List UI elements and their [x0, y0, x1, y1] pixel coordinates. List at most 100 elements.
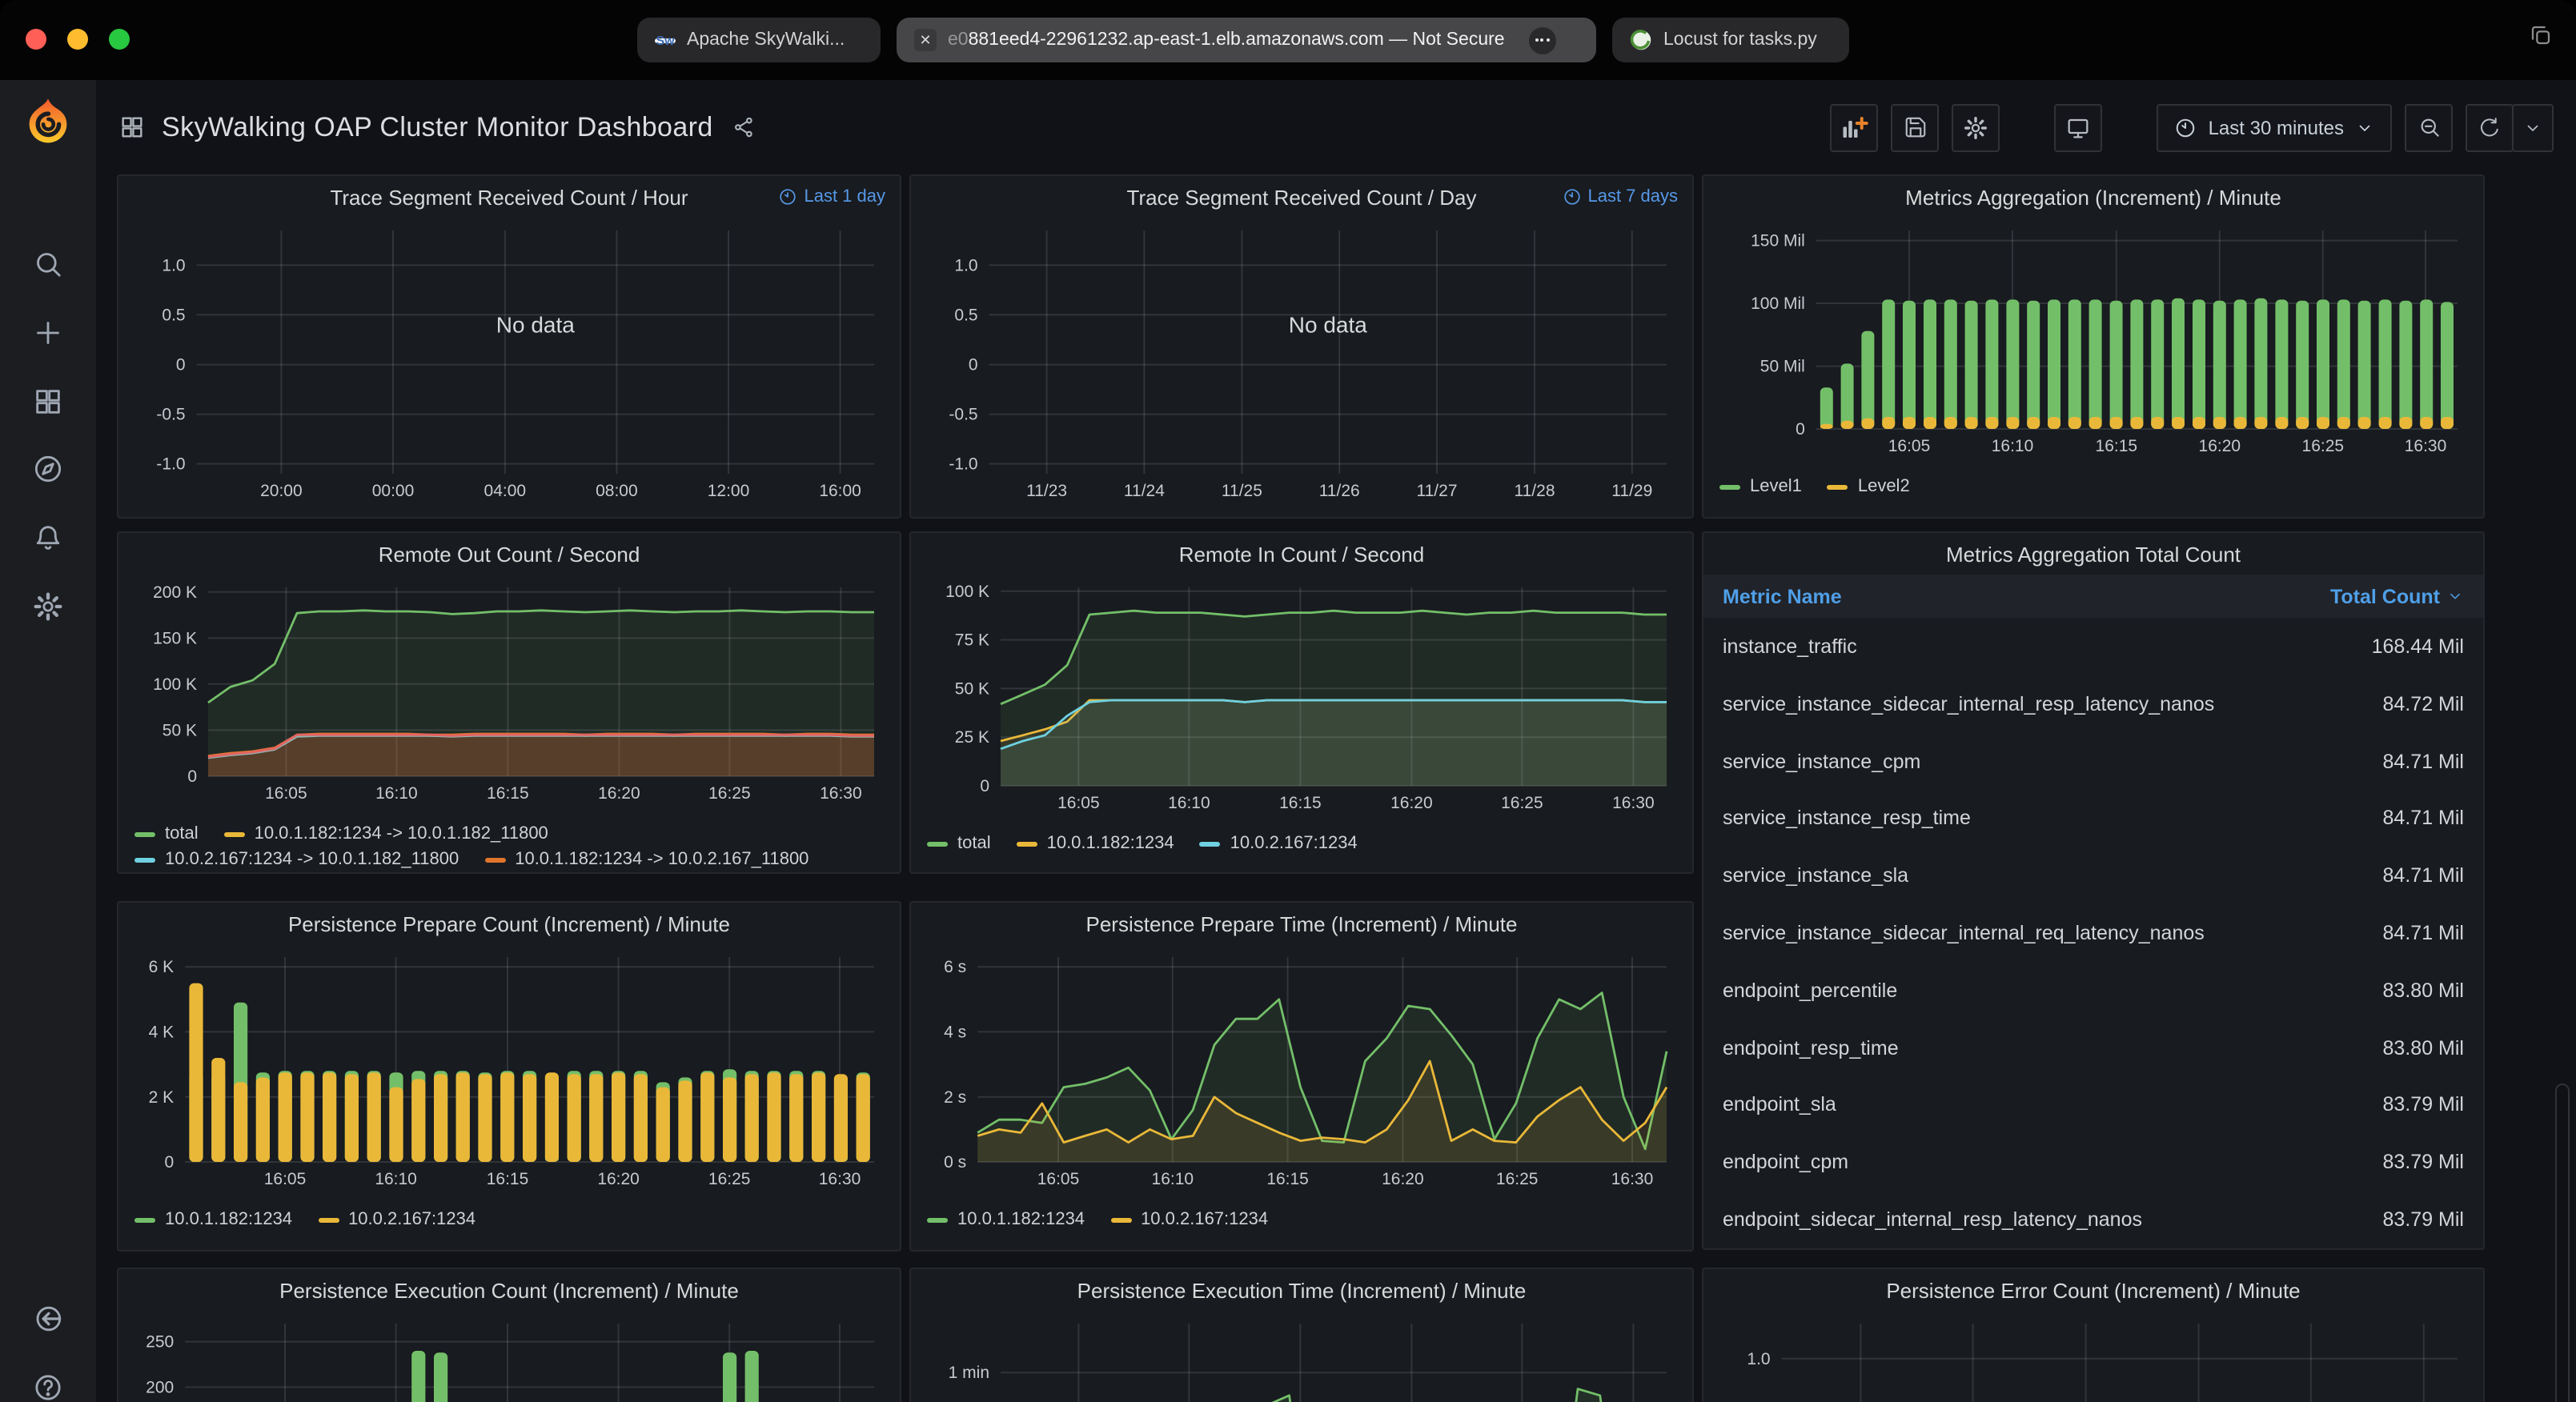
table-row[interactable]: endpoint_percentile83.80 Mil: [1703, 962, 2483, 1019]
svg-text:150 K: 150 K: [153, 629, 197, 647]
svg-text:16:30: 16:30: [2405, 437, 2447, 455]
table-row[interactable]: service_instance_sidecar_internal_resp_l…: [1703, 675, 2483, 733]
tab-overview-icon[interactable]: [2528, 22, 2554, 48]
svg-text:11/27: 11/27: [1417, 482, 1458, 500]
svg-text:16:20: 16:20: [1390, 794, 1433, 812]
time-override-badge[interactable]: Last 1 day: [778, 176, 885, 218]
window-close-button[interactable]: [26, 29, 46, 50]
sidebar-item-add[interactable]: [0, 306, 96, 360]
svg-text:16:15: 16:15: [2096, 437, 2138, 455]
table-row[interactable]: endpoint_resp_time83.80 Mil: [1703, 1019, 2483, 1076]
legend-item[interactable]: total: [134, 824, 199, 843]
legend-item[interactable]: 10.0.1.182:1234: [927, 1210, 1085, 1229]
svg-text:250: 250: [146, 1333, 174, 1352]
chart-canvas[interactable]: 6 K4 K2 K016:0516:1016:1516:2016:2516:30: [131, 944, 887, 1194]
svg-text:100 Mil: 100 Mil: [1751, 294, 1805, 313]
metrics-table: Metric Name Total Count instance_traffic1…: [1703, 575, 2483, 1248]
svg-text:16:05: 16:05: [1037, 1170, 1080, 1188]
legend-item[interactable]: 10.0.2.167:1234: [318, 1210, 475, 1229]
chart-canvas[interactable]: 6 s4 s2 s0 s16:0516:1016:1516:2016:2516:…: [924, 944, 1679, 1194]
legend-item[interactable]: Level2: [1828, 477, 1910, 496]
tab-menu-dots-icon[interactable]: [1529, 26, 1556, 54]
refresh-interval-button[interactable]: [2512, 103, 2554, 151]
panel-title[interactable]: Persistence Prepare Time (Increment) / M…: [911, 903, 1692, 946]
svg-text:1 min: 1 min: [949, 1364, 989, 1382]
panel-title[interactable]: Remote Out Count / Second: [118, 533, 900, 576]
sidebar-item-alerting[interactable]: [0, 511, 96, 565]
panel-title[interactable]: Persistence Error Count (Increment) / Mi…: [1703, 1269, 2483, 1312]
svg-text:100 K: 100 K: [945, 583, 989, 601]
chart-canvas[interactable]: 150 Mil100 Mil50 Mil016:0516:1016:1516:2…: [1716, 218, 2470, 461]
column-header-total-count[interactable]: Total Count: [2330, 585, 2464, 607]
window-zoom-button[interactable]: [109, 29, 130, 50]
svg-text:16:30: 16:30: [1612, 794, 1655, 812]
svg-text:16:00: 16:00: [819, 482, 861, 500]
svg-text:20:00: 20:00: [260, 482, 303, 500]
sidebar-item-dashboards[interactable]: [0, 375, 96, 429]
table-row[interactable]: endpoint_sidecar_internal_resp_latency_n…: [1703, 1191, 2483, 1248]
window-minimize-button[interactable]: [67, 29, 88, 50]
zoom-out-button[interactable]: [2405, 103, 2453, 151]
time-override-badge[interactable]: Last 7 days: [1562, 176, 1678, 218]
legend-item[interactable]: 10.0.2.167:1234 -> 10.0.1.182_11800: [134, 850, 459, 869]
add-panel-button[interactable]: [1831, 103, 1879, 151]
browser-window: SwApache SkyWalki... ✕e0881eed4-22961232.…: [0, 0, 2576, 1402]
sidebar-item-configuration[interactable]: [0, 579, 96, 634]
chart-canvas[interactable]: 1.00.50-0.5-1.011/2311/2411/2511/2611/27…: [924, 218, 1679, 506]
legend-item[interactable]: 10.0.1.182:1234: [1017, 834, 1174, 853]
grafana-logo[interactable]: [21, 96, 75, 150]
time-range-picker[interactable]: Last 30 minutes: [2157, 103, 2392, 151]
table-row[interactable]: service_instance_resp_time84.71 Mil: [1703, 790, 2483, 847]
table-row[interactable]: endpoint_cpm83.79 Mil: [1703, 1134, 2483, 1192]
column-header-metric-name[interactable]: Metric Name: [1723, 585, 1842, 607]
metric-name: service_instance_sidecar_internal_resp_l…: [1723, 692, 2214, 715]
chart-canvas[interactable]: 1 min40 s20 s0 s16:0516:1016:1516:2016:2…: [924, 1311, 1679, 1402]
svg-text:16:25: 16:25: [1501, 794, 1543, 812]
panel-title[interactable]: Metrics Aggregation Total Count: [1703, 533, 2483, 576]
close-icon[interactable]: ✕: [914, 29, 937, 51]
chart-canvas[interactable]: 25020015010050016:0516:1016:1516:2016:25…: [131, 1311, 887, 1402]
sidebar-item-help[interactable]: [0, 1360, 96, 1402]
table-row[interactable]: endpoint_sla83.79 Mil: [1703, 1076, 2483, 1134]
table-row[interactable]: service_instance_sidecar_internal_req_la…: [1703, 904, 2483, 962]
svg-text:0.5: 0.5: [162, 306, 185, 324]
table-row[interactable]: instance_traffic168.44 Mil: [1703, 618, 2483, 675]
share-icon[interactable]: [732, 115, 756, 139]
legend-item[interactable]: 10.0.2.167:1234: [1110, 1210, 1268, 1229]
svg-text:0: 0: [1796, 420, 1805, 439]
panel-title[interactable]: Remote In Count / Second: [911, 533, 1692, 576]
panel-title[interactable]: Persistence Prepare Count (Increment) / …: [118, 903, 900, 946]
chart-canvas[interactable]: 1.00.50-0.5-1.020:0000:0004:0008:0012:00…: [131, 218, 887, 506]
sidebar-item-search[interactable]: [0, 237, 96, 291]
chart-canvas[interactable]: 200 K150 K100 K50 K016:0516:1016:1516:20…: [131, 575, 887, 808]
sidebar-item-sign-out[interactable]: [0, 1292, 96, 1346]
sidebar-item-explore[interactable]: [0, 442, 96, 496]
legend-item[interactable]: 10.0.1.182:1234 -> 10.0.2.167_11800: [484, 850, 809, 869]
browser-tab-1[interactable]: SwApache SkyWalki...: [637, 18, 881, 62]
svg-text:4 s: 4 s: [944, 1023, 966, 1041]
dashboard-settings-button[interactable]: [1952, 103, 2000, 151]
metric-name: endpoint_sidecar_internal_resp_latency_n…: [1723, 1208, 2142, 1231]
table-row[interactable]: service_instance_sla84.71 Mil: [1703, 847, 2483, 905]
legend-item[interactable]: Level1: [1719, 477, 1802, 496]
chart-canvas[interactable]: 1.00.50-0.5-1.016:0516:1016:1516:2016:25…: [1716, 1311, 2470, 1402]
legend-item[interactable]: total: [927, 834, 991, 853]
panel-day: Trace Segment Received Count / DayLast 7…: [909, 174, 1694, 519]
panel-title[interactable]: Persistence Execution Count (Increment) …: [118, 1269, 900, 1312]
cycle-view-button[interactable]: [2055, 103, 2103, 151]
legend-item[interactable]: 10.0.1.182:1234 -> 10.0.1.182_11800: [224, 824, 548, 843]
legend-item[interactable]: 10.0.1.182:1234: [134, 1210, 292, 1229]
browser-tab-2[interactable]: ✕e0881eed4-22961232.ap-east-1.elb.amazon…: [897, 18, 1596, 62]
save-dashboard-button[interactable]: [1892, 103, 1940, 151]
table-row[interactable]: service_instance_cpm84.71 Mil: [1703, 732, 2483, 790]
svg-text:2 s: 2 s: [944, 1088, 966, 1107]
svg-text:16:15: 16:15: [487, 1170, 529, 1188]
dashboard-grid-icon[interactable]: [118, 114, 146, 141]
chart-canvas[interactable]: 100 K75 K50 K25 K016:0516:1016:1516:2016…: [924, 575, 1679, 818]
page-scrollbar[interactable]: [2555, 1084, 2570, 1402]
legend-item[interactable]: 10.0.2.167:1234: [1200, 834, 1358, 853]
browser-tab-3[interactable]: Locust for tasks.py: [1612, 18, 1849, 62]
panel-title[interactable]: Metrics Aggregation (Increment) / Minute: [1703, 176, 2483, 219]
panel-title[interactable]: Persistence Execution Time (Increment) /…: [911, 1269, 1692, 1312]
refresh-button[interactable]: [2466, 103, 2514, 151]
